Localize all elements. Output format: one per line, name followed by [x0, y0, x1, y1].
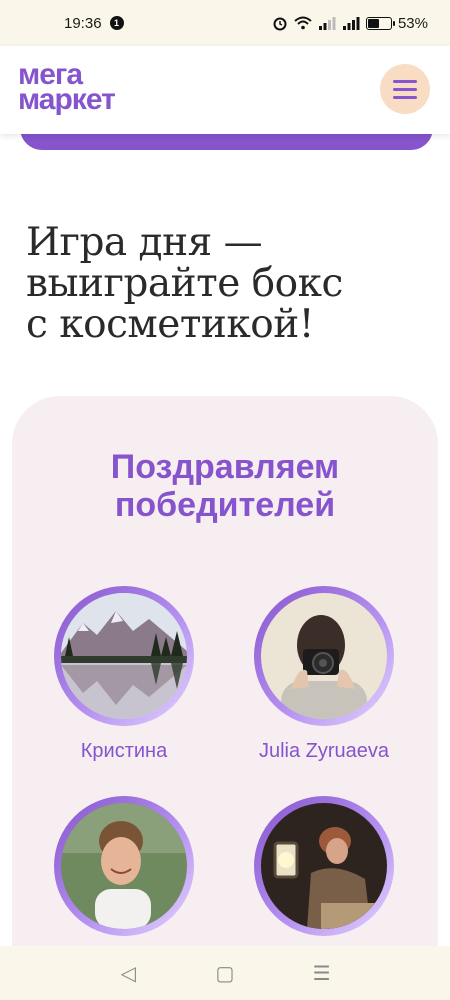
winner-avatar [54, 796, 194, 936]
winners-title-line: Поздравляем [110, 448, 340, 486]
battery-icon [365, 16, 395, 30]
headline-line: с косметикой! [26, 302, 314, 347]
signal-icon-1 [318, 16, 336, 30]
mountain-lake-image [61, 593, 187, 719]
winner-avatar [254, 586, 394, 726]
winners-title: Поздравляем победителей [12, 448, 438, 524]
person-with-camera-photo [261, 593, 387, 719]
winner-card: Кристина [24, 586, 224, 763]
menu-button[interactable] [380, 64, 430, 114]
signal-icon-2 [342, 16, 360, 30]
notification-badge: 1 [109, 16, 124, 30]
menu-icon-bar [393, 79, 417, 83]
page-title: Игра дня — выиграйте бокс с косметикой! [26, 222, 426, 345]
headline-line: выиграйте бокс [26, 261, 343, 306]
back-icon[interactable]: ◁ [116, 961, 140, 985]
wifi-icon [294, 16, 312, 30]
alarm-icon [272, 15, 288, 31]
recents-icon[interactable]: ☰ [310, 961, 334, 985]
home-icon[interactable]: ▢ [213, 961, 237, 985]
smiling-woman-image [61, 803, 187, 929]
mountain-lake-photo [61, 593, 187, 719]
winner-card [224, 796, 424, 950]
headline-line: Игра дня — [26, 220, 263, 265]
person-with-lantern-image [261, 803, 387, 929]
smiling-woman-photo [61, 803, 187, 929]
winner-name: Julia Zyruaeva [258, 740, 390, 762]
battery-fill [367, 18, 380, 28]
winner-avatar [254, 796, 394, 936]
system-nav-bar: ◁ ▢ ☰ [0, 946, 450, 1000]
battery-percent: 53% [397, 14, 428, 32]
site-header: мега маркет [0, 46, 450, 134]
winner-name: Кристина [80, 740, 168, 762]
winner-card [24, 796, 224, 950]
person-with-camera-image [261, 593, 387, 719]
winners-title-line: победителей [114, 486, 336, 524]
winner-card: Julia Zyruaeva [224, 586, 424, 763]
person-with-lantern-photo [261, 803, 387, 929]
clock: 19:36 [64, 14, 102, 32]
winners-card: Поздравляем победителей Кристина Julia Z… [12, 396, 438, 956]
winner-avatar [54, 586, 194, 726]
logo-line2: маркет [18, 83, 116, 116]
status-bar: 19:36 1 53% [0, 0, 450, 46]
menu-icon-bar [393, 95, 417, 99]
menu-icon-bar [393, 87, 417, 91]
megamarket-logo[interactable]: мега маркет [18, 60, 116, 116]
